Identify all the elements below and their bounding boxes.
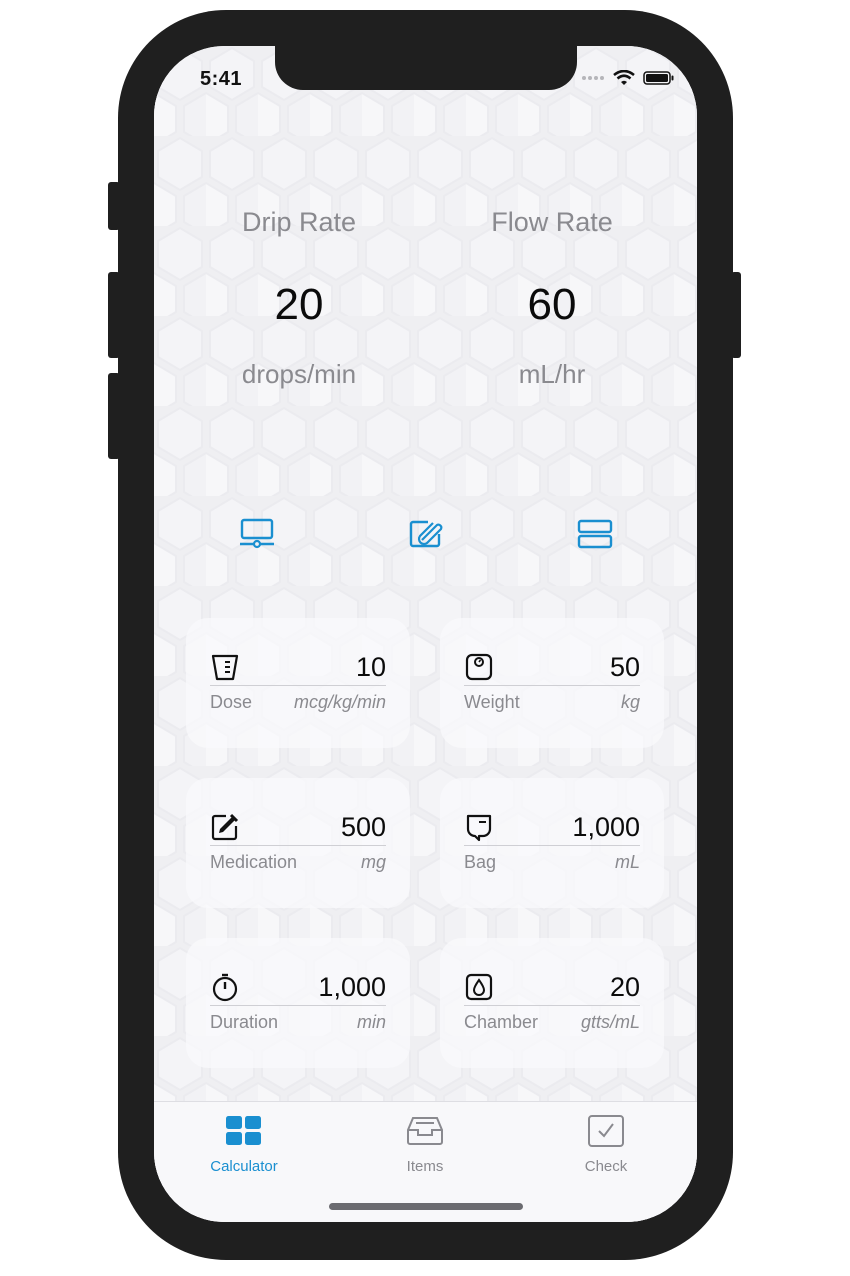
computer-icon[interactable] — [239, 518, 275, 550]
weight-card[interactable]: 50 Weight kg — [440, 618, 664, 748]
weight-unit: kg — [620, 692, 640, 712]
tab-calculator-label: Calculator — [210, 1158, 278, 1175]
flow-rate-display: Flow Rate 60 mL/hr — [422, 207, 682, 389]
tab-check-label: Check — [584, 1158, 628, 1175]
grid-icon — [226, 1116, 261, 1145]
dose-card[interactable]: 10 Dose mcg/kg/min — [186, 618, 410, 748]
chamber-unit: gtts/mL — [580, 1012, 640, 1032]
medication-divider — [210, 845, 386, 846]
chamber-value[interactable]: 20 — [610, 972, 640, 1002]
bag-card[interactable]: 1,000 Bag mL — [440, 778, 664, 908]
flow-rate-title: Flow Rate — [491, 207, 613, 237]
bag-divider — [464, 845, 640, 846]
weight-label: Weight — [464, 692, 520, 712]
status-time: 5:41 — [200, 68, 243, 90]
tab-check[interactable]: Check — [546, 1114, 666, 1175]
duration-divider — [210, 1005, 386, 1006]
flow-rate-value: 60 — [527, 280, 577, 329]
battery-icon — [643, 71, 674, 85]
edit-clip-icon[interactable] — [408, 518, 444, 550]
weight-divider — [464, 685, 640, 686]
medication-card[interactable]: 500 Medication mg — [186, 778, 410, 908]
app-screen: 5:41 Drip Rate 20 drops/min Flow Rate 60… — [154, 46, 697, 1222]
dropper-pencil-icon — [211, 813, 239, 841]
drip-rate-value: 20 — [274, 280, 324, 329]
notch — [275, 46, 577, 90]
duration-card[interactable]: 1,000 Duration min — [186, 938, 410, 1068]
home-indicator[interactable] — [329, 1203, 523, 1210]
cellular-signal-icon — [582, 76, 604, 80]
weight-value[interactable]: 50 — [610, 652, 640, 682]
drip-rate-unit: drops/min — [241, 359, 357, 389]
drip-rate-title: Drip Rate — [241, 207, 357, 237]
bag-value[interactable]: 1,000 — [572, 812, 640, 842]
stacked-rows-icon[interactable] — [577, 518, 613, 550]
status-icons — [581, 70, 675, 86]
medication-label: Medication — [210, 852, 298, 872]
bag-unit: mL — [614, 852, 640, 872]
beaker-icon — [211, 654, 239, 681]
medication-unit: mg — [360, 852, 386, 872]
tab-items-label: Items — [406, 1158, 444, 1175]
tab-calculator[interactable]: Calculator — [184, 1114, 304, 1175]
duration-value[interactable]: 1,000 — [318, 972, 386, 1002]
scale-icon — [465, 653, 493, 681]
dose-value[interactable]: 10 — [356, 652, 386, 682]
tab-items[interactable]: Items — [365, 1114, 485, 1175]
wifi-icon — [613, 70, 635, 85]
drop-chamber-icon — [465, 973, 493, 1001]
dose-divider — [210, 685, 386, 686]
medication-value[interactable]: 500 — [341, 812, 386, 842]
duration-unit: min — [356, 1012, 386, 1032]
checkbox-icon — [588, 1115, 624, 1147]
flow-rate-unit: mL/hr — [518, 359, 586, 389]
chamber-label: Chamber — [464, 1012, 539, 1032]
duration-label: Duration — [210, 1012, 279, 1032]
inbox-tray-icon — [407, 1117, 443, 1145]
stopwatch-icon — [212, 973, 238, 1002]
chamber-divider — [464, 1005, 640, 1006]
iv-bag-icon — [466, 814, 492, 842]
dose-label: Dose — [210, 692, 253, 712]
dose-unit: mcg/kg/min — [293, 692, 386, 712]
bag-label: Bag — [464, 852, 497, 872]
chamber-card[interactable]: 20 Chamber gtts/mL — [440, 938, 664, 1068]
drip-rate-display: Drip Rate 20 drops/min — [169, 207, 429, 389]
